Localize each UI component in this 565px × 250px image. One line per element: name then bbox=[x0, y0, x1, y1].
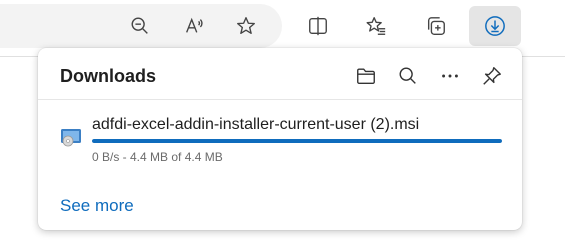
zoom-out-icon[interactable] bbox=[126, 12, 154, 40]
toolbar-divider-right bbox=[522, 56, 565, 57]
toolbar-divider-left bbox=[0, 56, 38, 57]
search-icon[interactable] bbox=[394, 62, 422, 90]
panel-title: Downloads bbox=[60, 66, 157, 86]
msi-installer-icon bbox=[61, 129, 81, 147]
see-more-link[interactable]: See more bbox=[60, 196, 134, 216]
open-folder-icon[interactable] bbox=[352, 62, 380, 90]
panel-actions bbox=[352, 62, 506, 90]
downloads-panel: Downloads adfdi-excel-addin-installer-cu… bbox=[38, 48, 522, 230]
download-progress-fill bbox=[92, 139, 502, 143]
collections-icon[interactable] bbox=[422, 12, 450, 40]
download-progress-bar bbox=[92, 139, 502, 143]
split-screen-icon[interactable] bbox=[304, 12, 332, 40]
download-item[interactable]: adfdi-excel-addin-installer-current-user… bbox=[38, 108, 522, 168]
favorites-list-icon[interactable] bbox=[362, 12, 390, 40]
download-status: 0 B/s - 4.4 MB of 4.4 MB bbox=[92, 150, 223, 164]
pin-icon[interactable] bbox=[478, 62, 506, 90]
download-file-name[interactable]: adfdi-excel-addin-installer-current-user… bbox=[92, 116, 419, 134]
favorite-star-icon[interactable] bbox=[232, 12, 260, 40]
more-options-icon[interactable] bbox=[436, 62, 464, 90]
downloads-button[interactable] bbox=[469, 6, 521, 46]
browser-toolbar bbox=[0, 0, 565, 52]
panel-separator bbox=[38, 99, 522, 100]
read-aloud-icon[interactable] bbox=[180, 12, 208, 40]
downloads-icon bbox=[485, 16, 505, 36]
